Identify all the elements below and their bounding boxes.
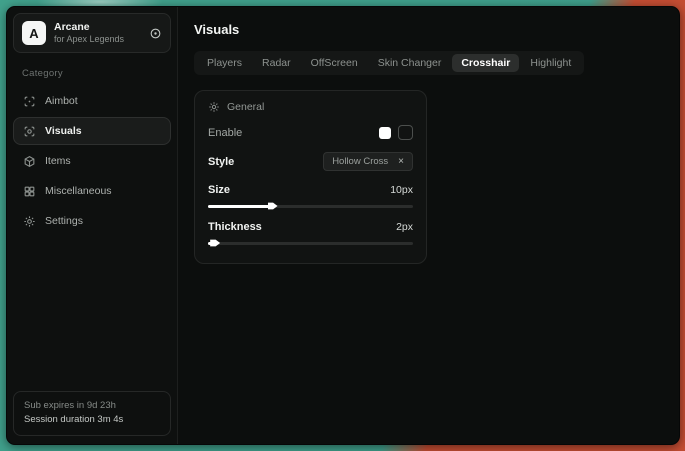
gear-icon xyxy=(23,215,36,228)
tab-bar: Players Radar OffScreen Skin Changer Cro… xyxy=(194,51,584,75)
sidebar-item-aimbot[interactable]: Aimbot xyxy=(13,87,171,115)
style-value: Hollow Cross xyxy=(332,156,388,167)
sidebar-item-visuals[interactable]: Visuals xyxy=(13,117,171,145)
cheat-menu-window: A Arcane for Apex Legends Category xyxy=(6,6,680,445)
sidebar-item-label: Visuals xyxy=(45,125,82,137)
sidebar-nav: Aimbot Visuals xyxy=(13,87,171,235)
sidebar-item-settings[interactable]: Settings xyxy=(13,207,171,235)
thickness-row: Thickness 2px xyxy=(208,221,413,233)
sidebar-item-label: Settings xyxy=(45,215,83,227)
general-gear-icon xyxy=(208,101,220,113)
sidebar-item-label: Miscellaneous xyxy=(45,185,112,197)
app-screen: A Arcane for Apex Legends Category xyxy=(0,0,685,451)
session-duration-text: Session duration 3m 4s xyxy=(24,413,160,428)
panel-title: General xyxy=(227,101,264,113)
size-value: 10px xyxy=(390,184,413,196)
clear-style-icon[interactable]: × xyxy=(398,157,404,167)
grid-icon xyxy=(23,185,36,198)
enable-checkbox[interactable] xyxy=(398,125,413,140)
thickness-slider[interactable] xyxy=(208,238,413,248)
main-content: Visuals Players Radar OffScreen Skin Cha… xyxy=(178,7,679,444)
style-label: Style xyxy=(208,156,234,168)
sidebar-item-label: Items xyxy=(45,155,71,167)
thickness-slider-thumb[interactable] xyxy=(210,239,220,248)
profile-card: A Arcane for Apex Legends xyxy=(13,13,171,53)
size-slider[interactable] xyxy=(208,201,413,211)
package-icon xyxy=(23,155,36,168)
crosshair-scan-icon xyxy=(23,95,36,108)
size-slider-thumb[interactable] xyxy=(268,202,278,211)
thickness-value: 2px xyxy=(396,221,413,233)
size-row: Size 10px xyxy=(208,184,413,196)
category-label: Category xyxy=(22,68,162,79)
enable-label: Enable xyxy=(208,127,242,139)
general-settings-panel: General Enable Style Hollow Cross × xyxy=(194,90,427,264)
tab-offscreen[interactable]: OffScreen xyxy=(302,54,367,72)
thickness-label: Thickness xyxy=(208,221,262,233)
tab-radar[interactable]: Radar xyxy=(253,54,300,72)
sidebar-item-items[interactable]: Items xyxy=(13,147,171,175)
style-select[interactable]: Hollow Cross × xyxy=(323,152,413,171)
size-label: Size xyxy=(208,184,230,196)
sidebar: A Arcane for Apex Legends Category xyxy=(7,7,178,444)
app-logo: A xyxy=(22,21,46,45)
subscription-info-box: Sub expires in 9d 23h Session duration 3… xyxy=(13,391,171,436)
app-subtitle: for Apex Legends xyxy=(54,34,141,45)
tab-players[interactable]: Players xyxy=(198,54,251,72)
tab-highlight[interactable]: Highlight xyxy=(521,54,580,72)
target-icon[interactable] xyxy=(149,27,162,40)
page-title: Visuals xyxy=(194,22,663,37)
app-title: Arcane xyxy=(54,21,141,34)
eye-scan-icon xyxy=(23,125,36,138)
tab-skin-changer[interactable]: Skin Changer xyxy=(369,54,451,72)
sidebar-item-miscellaneous[interactable]: Miscellaneous xyxy=(13,177,171,205)
sidebar-item-label: Aimbot xyxy=(45,95,78,107)
sub-expires-text: Sub expires in 9d 23h xyxy=(24,399,160,414)
color-swatch[interactable] xyxy=(379,127,391,139)
enable-row: Enable xyxy=(208,125,413,140)
tab-crosshair[interactable]: Crosshair xyxy=(452,54,519,72)
style-row: Style Hollow Cross × xyxy=(208,152,413,171)
